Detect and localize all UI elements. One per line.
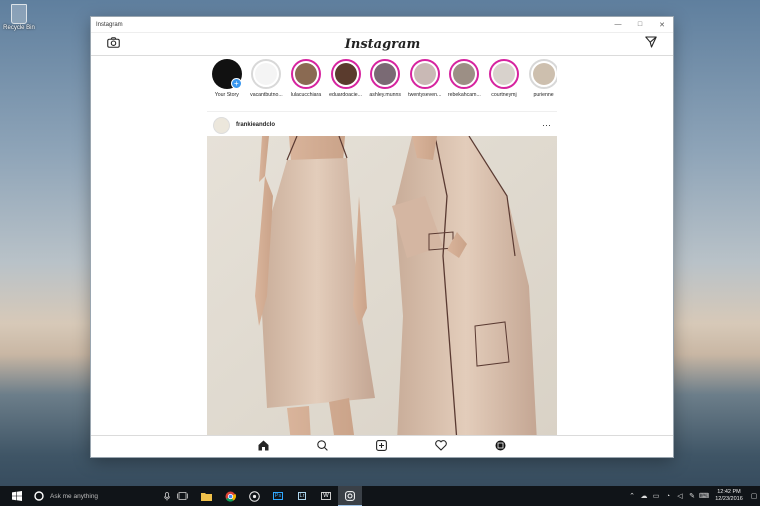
clock-date: 12/23/2016 [715, 496, 743, 502]
story-name: courtneymj [491, 92, 517, 98]
story-avatar [290, 59, 321, 89]
profile-icon[interactable] [495, 438, 506, 456]
story-avatar [488, 59, 519, 89]
instagram-logo: Instagram [344, 36, 421, 52]
story-name: twentyseven... [408, 92, 442, 98]
search-icon[interactable] [317, 438, 328, 456]
maximize-button[interactable]: □ [629, 21, 651, 28]
story-item[interactable]: rebekahcam... [445, 59, 485, 111]
clock-time: 12:42 PM [717, 489, 741, 495]
battery-icon[interactable]: ▭ [650, 492, 662, 500]
app-header: Instagram [91, 33, 673, 56]
chrome-button[interactable] [218, 486, 242, 506]
file-explorer-button[interactable] [194, 486, 218, 506]
camera-icon[interactable] [107, 35, 120, 53]
lightroom-button[interactable]: Lr [290, 486, 314, 506]
story-item[interactable]: ashley.munns [365, 59, 405, 111]
feed: + Your Story vacantbutno... lulacucchiar… [207, 55, 557, 442]
folder-icon [200, 492, 212, 501]
clock[interactable]: 12:42 PM 12/23/2016 [710, 489, 748, 503]
obs-icon [248, 490, 260, 502]
story-avatar [449, 59, 480, 89]
story-item[interactable]: courtneymj [484, 59, 524, 111]
story-avatar [370, 59, 401, 89]
action-center-icon[interactable]: ▢ [748, 492, 760, 500]
minimize-button[interactable]: — [607, 21, 629, 28]
story-item[interactable]: lulacucchiara [286, 59, 326, 111]
more-options-icon[interactable]: ··· [542, 120, 551, 130]
word-icon: W [321, 492, 331, 500]
word-button[interactable]: W [314, 486, 338, 506]
instagram-app-icon [345, 490, 355, 501]
cortana-icon [34, 491, 44, 501]
network-icon[interactable]: ◔ [662, 493, 674, 500]
story-item[interactable]: twentyseven... [405, 59, 445, 111]
story-avatar [409, 59, 440, 89]
home-icon[interactable] [258, 438, 269, 456]
story-name: lulacucchiara [290, 92, 322, 98]
window-titlebar[interactable]: Instagram — □ ✕ [91, 17, 673, 33]
recycle-bin-shortcut[interactable]: Recycle Bin [2, 2, 36, 31]
cortana-search-box[interactable]: Ask me anything [34, 486, 170, 506]
obs-button[interactable] [242, 486, 266, 506]
story-name: vacantbutno... [250, 92, 283, 98]
story-item[interactable]: eduardoacie... [326, 59, 366, 111]
stories-tray: + Your Story vacantbutno... lulacucchiar… [207, 55, 557, 112]
instagram-taskbar-button[interactable] [338, 486, 362, 506]
task-view-icon [176, 492, 188, 500]
photoshop-icon: Ps [272, 492, 284, 500]
keyboard-icon[interactable]: ⌨ [698, 492, 710, 500]
heart-icon[interactable] [435, 438, 447, 456]
story-item[interactable]: + Your Story [207, 59, 247, 111]
post-author-username[interactable]: frankieandclo [236, 122, 542, 128]
story-avatar [251, 59, 282, 89]
instagram-window: Instagram — □ ✕ Instagram + Your Story v… [91, 17, 673, 457]
bottom-nav [91, 435, 673, 457]
post-photo[interactable] [207, 136, 557, 442]
onedrive-icon[interactable]: ☁ [638, 492, 650, 500]
story-name: ashley.munns [369, 92, 401, 98]
story-name: eduardoacie... [329, 92, 363, 98]
photoshop-button[interactable]: Ps [266, 486, 290, 506]
task-view-button[interactable] [170, 486, 194, 506]
add-story-icon: + [230, 78, 242, 89]
start-button[interactable] [0, 491, 34, 501]
recycle-bin-icon [11, 4, 27, 24]
close-button[interactable]: ✕ [651, 21, 673, 29]
direct-message-icon[interactable] [645, 35, 657, 53]
your-story-avatar: + [211, 59, 242, 89]
post-photo-image [207, 136, 557, 442]
windows-logo-icon [12, 491, 22, 501]
story-name: purienne [533, 92, 554, 98]
story-item[interactable]: vacantbutno... [247, 59, 287, 111]
chrome-icon [225, 491, 236, 502]
show-hidden-icons-icon[interactable]: ⌃ [626, 492, 638, 500]
taskbar: Ask me anything Ps Lr W ⌃ ☁ ▭ ◔ ◁ ✎ ⌨ 12… [0, 486, 760, 506]
story-name: rebekahcam... [447, 92, 481, 98]
window-title: Instagram [96, 21, 123, 28]
lightroom-icon: Lr [297, 492, 307, 500]
story-avatar [330, 59, 361, 89]
post-header: frankieandclo ··· [207, 114, 557, 136]
volume-icon[interactable]: ◁ [674, 492, 686, 500]
new-post-icon[interactable] [376, 438, 387, 456]
story-item[interactable]: purienne [524, 59, 557, 111]
system-tray: ⌃ ☁ ▭ ◔ ◁ ✎ ⌨ 12:42 PM 12/23/2016 ▢ [626, 486, 760, 506]
pen-workspace-icon[interactable]: ✎ [686, 492, 698, 500]
recycle-bin-label: Recycle Bin [3, 25, 35, 31]
post-author-avatar[interactable] [213, 116, 230, 134]
story-name: Your Story [214, 92, 239, 98]
story-avatar [528, 59, 557, 89]
search-placeholder: Ask me anything [50, 492, 99, 500]
